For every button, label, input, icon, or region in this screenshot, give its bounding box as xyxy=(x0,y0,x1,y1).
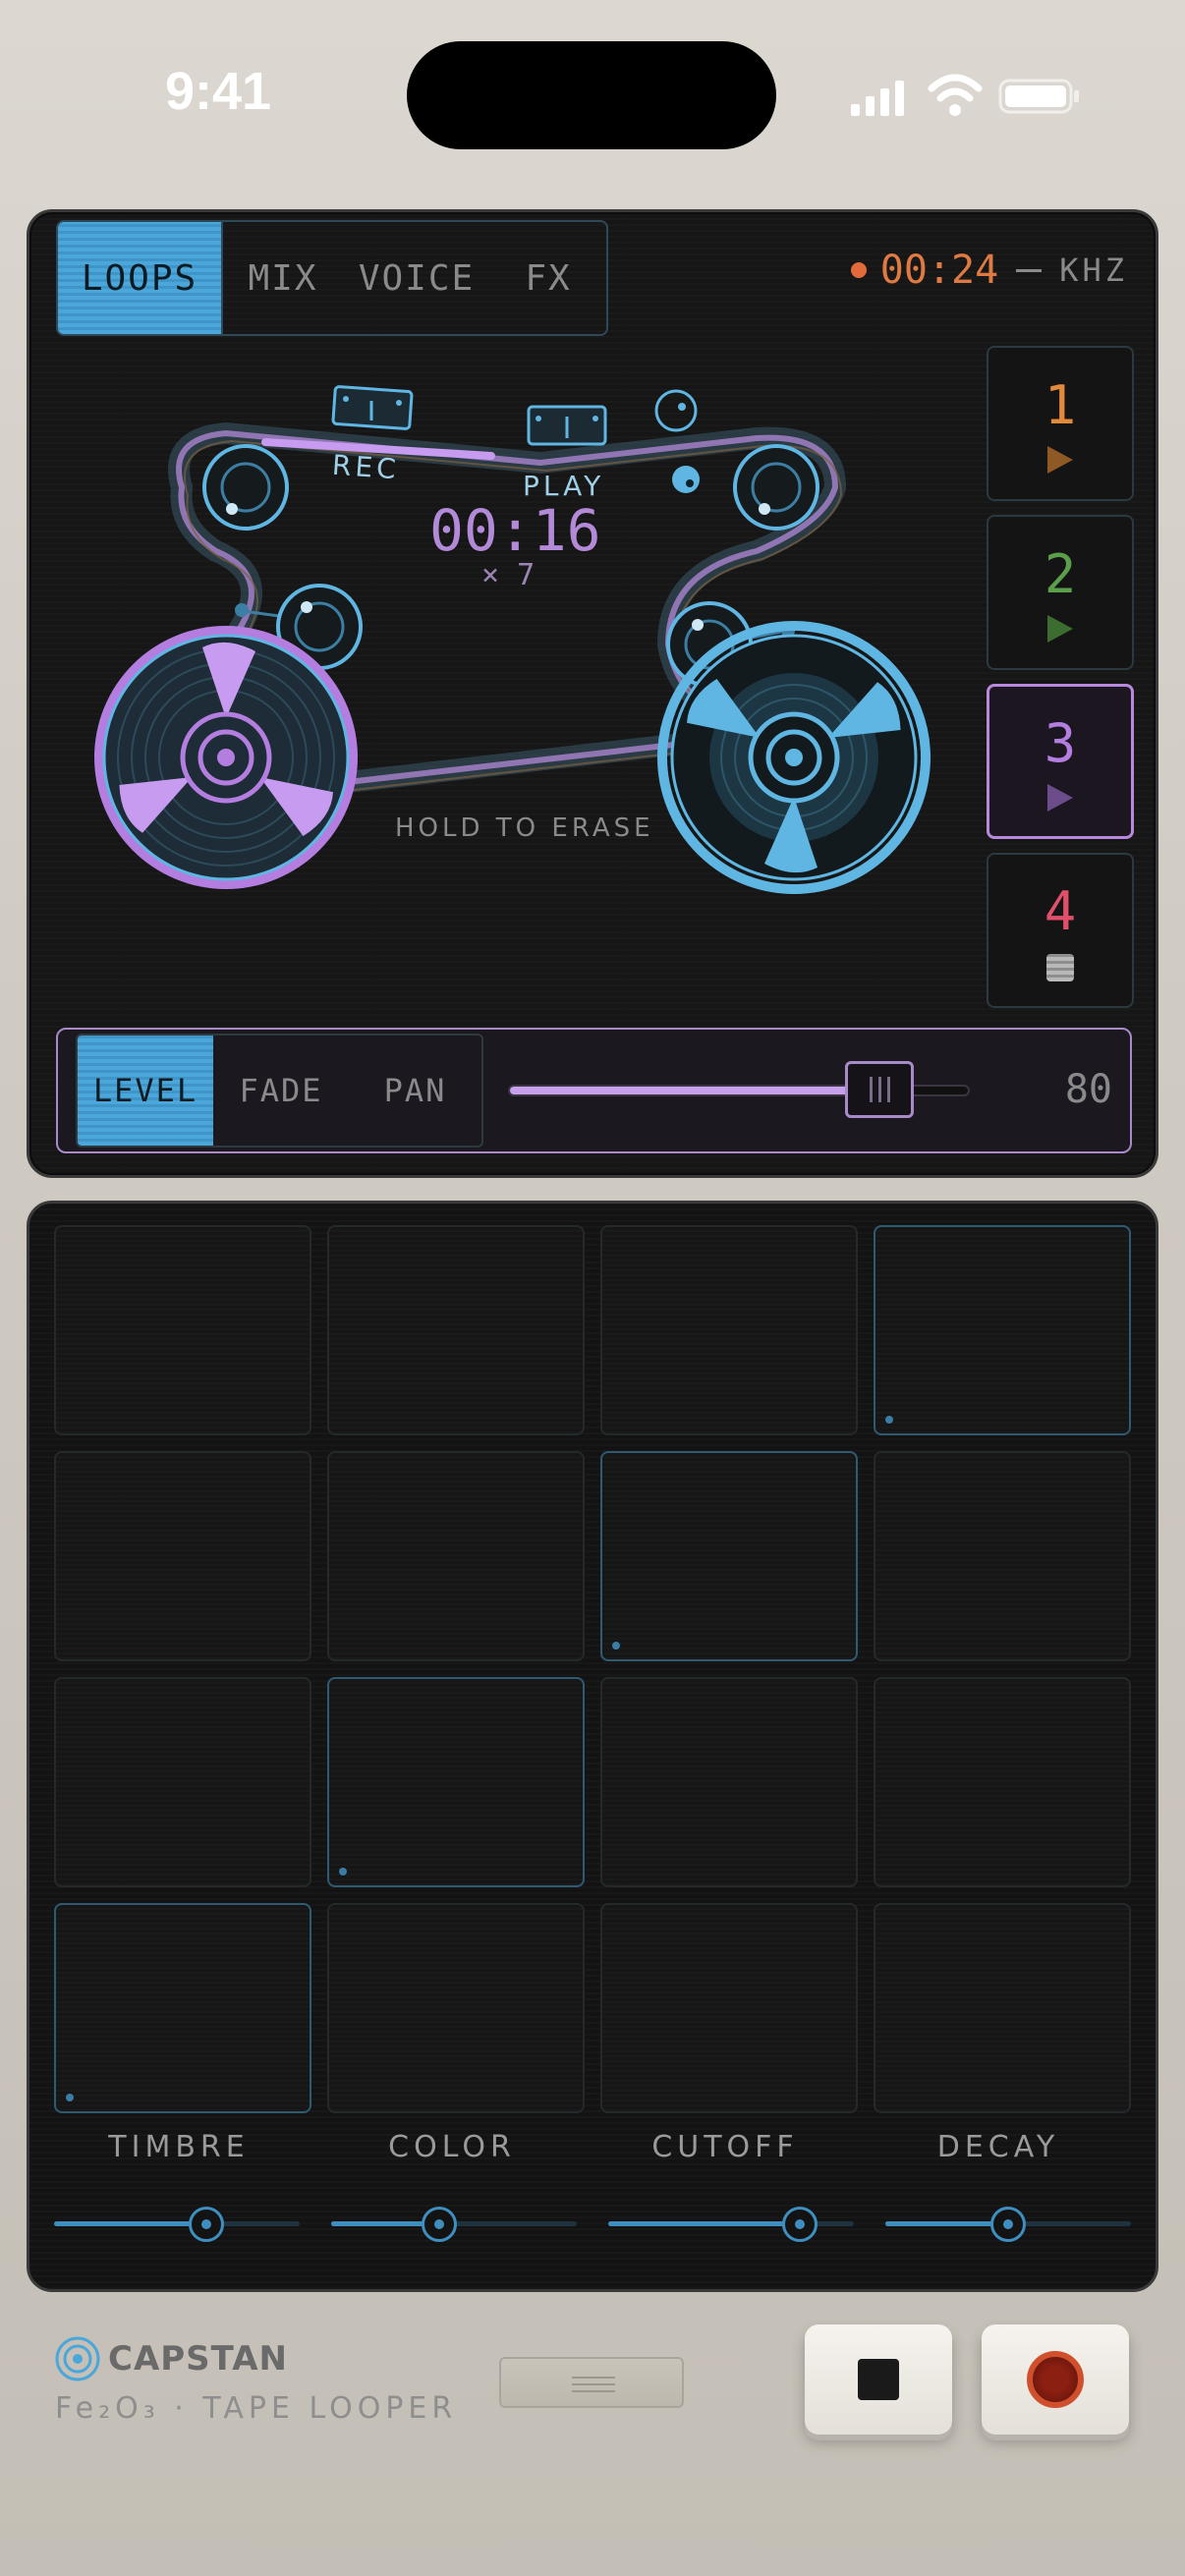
divider xyxy=(1016,268,1043,272)
sample-rate-unit: KHZ xyxy=(1059,252,1128,289)
stop-icon xyxy=(858,2359,899,2400)
track-button-2[interactable]: 2 xyxy=(987,515,1134,670)
tab-voice[interactable]: VOICE xyxy=(343,222,490,334)
track-button-1[interactable]: 1 xyxy=(987,346,1134,501)
tab-mix[interactable]: MIX xyxy=(223,222,343,334)
brand: CAPSTAN xyxy=(55,2336,288,2381)
guide-roller-left-top xyxy=(202,444,289,531)
pad-indicator-dot xyxy=(339,1868,347,1876)
pad-15[interactable] xyxy=(600,1903,858,2113)
pad-10[interactable] xyxy=(327,1677,585,1887)
knob-label-timbre: TIMBRE xyxy=(108,2130,250,2164)
level-value: 80 xyxy=(1064,1067,1112,1112)
stop-icon xyxy=(1046,953,1074,981)
pad-12[interactable] xyxy=(874,1677,1131,1887)
tab-level[interactable]: LEVEL xyxy=(78,1036,213,1146)
pad-5[interactable] xyxy=(54,1451,311,1661)
rec-label: REC xyxy=(330,448,401,486)
timbre-slider[interactable] xyxy=(54,2207,300,2242)
reel-right xyxy=(657,621,931,894)
tab-loops[interactable]: LOOPS xyxy=(58,222,223,334)
slider-thumb[interactable] xyxy=(782,2207,818,2242)
record-timer: 00:24 KHZ xyxy=(850,248,1128,293)
pad-1[interactable] xyxy=(54,1225,311,1435)
tab-fx[interactable]: FX xyxy=(490,222,606,334)
status-time: 9:41 xyxy=(165,62,272,121)
brand-name: CAPSTAN xyxy=(108,2339,288,2379)
pad-2[interactable] xyxy=(327,1225,585,1435)
pad-panel: TIMBRE COLOR CUTOFF DECAY xyxy=(27,1201,1158,2292)
track-button-3[interactable]: 3 xyxy=(987,684,1134,839)
slider-thumb[interactable] xyxy=(189,2207,224,2242)
color-slider[interactable] xyxy=(331,2207,577,2242)
pad-9[interactable] xyxy=(54,1677,311,1887)
pad-indicator-dot xyxy=(66,2094,74,2101)
loop-multiplier: × 7 xyxy=(481,558,536,592)
level-slider-fill xyxy=(510,1087,876,1094)
track-number: 4 xyxy=(1044,879,1077,942)
tape-transport[interactable] xyxy=(29,340,973,1028)
pad-14[interactable] xyxy=(327,1903,585,2113)
pad-indicator-dot xyxy=(612,1642,620,1650)
pad-8[interactable] xyxy=(874,1451,1131,1661)
stop-button[interactable] xyxy=(805,2324,952,2435)
decay-slider[interactable] xyxy=(885,2207,1131,2242)
brand-subtitle: Fe₂O₃ · TAPE LOOPER xyxy=(55,2391,458,2426)
record-button[interactable] xyxy=(982,2324,1129,2435)
tab-fade[interactable]: FADE xyxy=(213,1036,349,1146)
slider-thumb[interactable] xyxy=(990,2207,1026,2242)
pad-3[interactable] xyxy=(600,1225,858,1435)
capstan-logo-icon xyxy=(55,2336,100,2381)
cutoff-slider[interactable] xyxy=(608,2207,854,2242)
cassette-slot xyxy=(499,2357,684,2408)
pad-6[interactable] xyxy=(327,1451,585,1661)
pad-7[interactable] xyxy=(600,1451,858,1661)
tab-pan[interactable]: PAN xyxy=(349,1036,481,1146)
slider-thumb[interactable] xyxy=(422,2207,457,2242)
play-head xyxy=(527,405,607,446)
pad-11[interactable] xyxy=(600,1677,858,1887)
record-head xyxy=(331,385,414,430)
play-icon xyxy=(1047,445,1073,474)
record-elapsed: 00:24 xyxy=(879,248,999,293)
track-button-4[interactable]: 4 xyxy=(987,853,1134,1008)
wifi-icon xyxy=(928,74,983,116)
loop-time: 00:16 xyxy=(429,497,601,564)
level-slider-thumb[interactable] xyxy=(845,1061,914,1118)
erase-hint: HOLD TO ERASE xyxy=(395,813,654,843)
looper-panel: LOOPS MIX VOICE FX 00:24 KHZ REC PLAY 00… xyxy=(27,209,1158,1178)
reel-left xyxy=(94,626,358,889)
pad-4[interactable] xyxy=(874,1225,1131,1435)
knob-label-color: COLOR xyxy=(388,2130,516,2164)
record-dot-icon xyxy=(850,262,867,278)
play-icon xyxy=(1047,783,1073,812)
level-mode-tabs: LEVEL FADE PAN xyxy=(76,1034,483,1148)
pad-13[interactable] xyxy=(54,1903,311,2113)
mode-tabs: LOOPS MIX VOICE FX xyxy=(56,220,608,336)
pad-16[interactable] xyxy=(874,1903,1131,2113)
dynamic-island xyxy=(407,41,776,149)
knob-label-cutoff: CUTOFF xyxy=(651,2130,799,2164)
battery-icon xyxy=(998,79,1079,114)
level-control: LEVEL FADE PAN 80 xyxy=(56,1028,1132,1153)
guide-roller-right-top xyxy=(733,444,819,531)
track-number: 3 xyxy=(1044,711,1077,774)
knob-label-decay: DECAY xyxy=(936,2130,1060,2164)
record-icon xyxy=(1027,2351,1084,2408)
pad-indicator-dot xyxy=(885,1416,893,1424)
play-icon xyxy=(1047,614,1073,643)
signal-icon xyxy=(851,81,904,116)
track-number: 2 xyxy=(1044,542,1077,605)
status-bar: 9:41 xyxy=(0,0,1185,187)
track-number: 1 xyxy=(1044,373,1077,436)
